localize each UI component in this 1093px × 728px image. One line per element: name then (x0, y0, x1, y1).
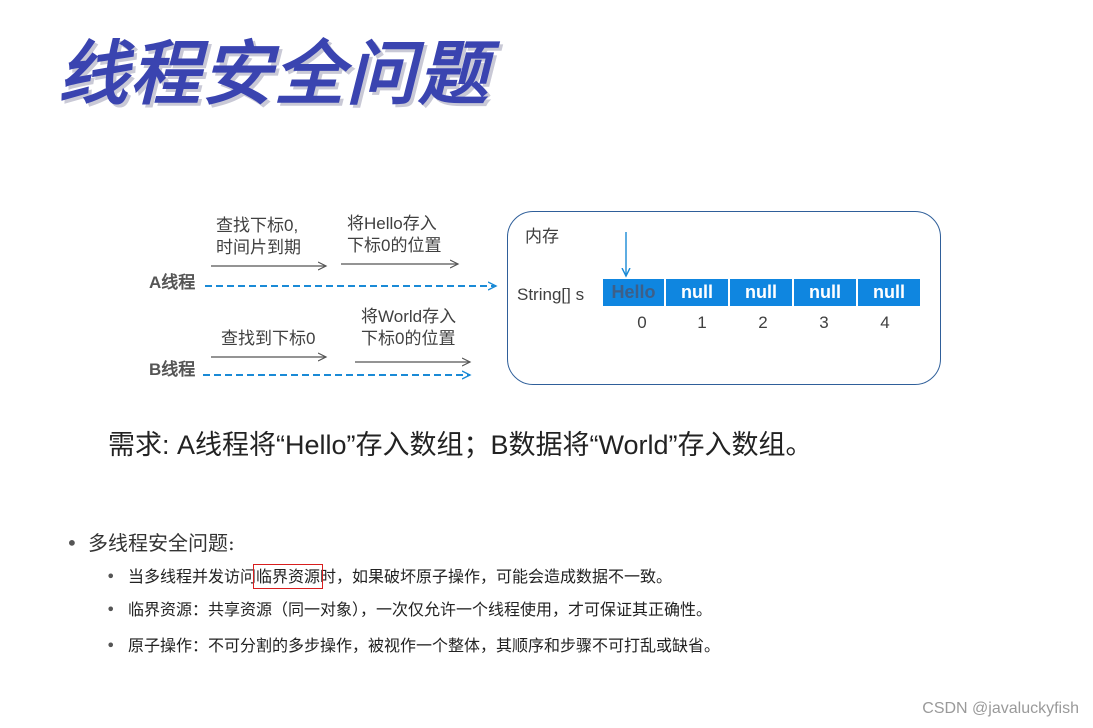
bullet-item-1-after: 时，如果破坏原子操作，可能会造成数据不一致。 (320, 567, 673, 586)
bullet-main-text: 多线程安全问题: (88, 531, 235, 555)
thread-a-step1-label-line2: 时间片到期 (216, 238, 301, 257)
array-cell-0: Hello (603, 279, 664, 306)
thread-b-step2-label-line1: 将World存入 (361, 307, 457, 326)
bullet-item-1-before: 当多线程并发访问 (128, 567, 257, 586)
bullet-item-2-text: 临界资源：共享资源（同一对象），一次仅允许一个线程使用，才可保证其正确性。 (128, 600, 713, 619)
thread-b-step1-label: 查找到下标0 (221, 329, 316, 348)
bullet-dot: • (106, 600, 116, 619)
bullet-dot: • (66, 531, 78, 555)
array-cell-1: null (666, 279, 728, 306)
array-index-1: 1 (697, 313, 707, 332)
bullet-main: • 多线程安全问题: (66, 527, 235, 556)
array-index-2: 2 (758, 313, 768, 332)
bullet-dot: • (106, 567, 116, 586)
array-cell-2: null (730, 279, 792, 306)
memory-title: 内存 (525, 227, 559, 247)
bullet-dot: • (106, 636, 116, 655)
array-index-3: 3 (819, 313, 829, 332)
requirement-text: 需求: A线程将“Hello”存入数组；B数据将“World”存入数组。 (108, 430, 813, 460)
array-index-0: 0 (637, 313, 647, 332)
array-cell-3: null (794, 279, 856, 306)
bullet-item-3: • 原子操作：不可分割的多步操作，被视作一个整体，其顺序和步骤不可打乱或缺省。 (106, 632, 720, 656)
bullet-item-3-text: 原子操作：不可分割的多步操作，被视作一个整体，其顺序和步骤不可打乱或缺省。 (128, 636, 721, 655)
bullet-item-1: • 当多线程并发访问临界资源时，如果破坏原子操作，可能会造成数据不一致。 (106, 563, 673, 589)
bullet-item-2: • 临界资源：共享资源（同一对象），一次仅允许一个线程使用，才可保证其正确性。 (106, 596, 712, 620)
thread-a-step2-label-line2: 下标0的位置 (347, 236, 442, 255)
thread-a-step2-label-line1: 将Hello存入 (347, 214, 437, 233)
thread-a-step1-label-line1: 查找下标0, (216, 216, 299, 235)
array-label: String[] s (517, 285, 585, 304)
array-index-4: 4 (880, 313, 890, 332)
highlight-critical-resource: 临界资源 (253, 564, 324, 589)
thread-a-label: A线程 (149, 273, 196, 292)
thread-b-step2-label-line2: 下标0的位置 (361, 329, 456, 348)
watermark: CSDN @javaluckyfish (922, 700, 1079, 717)
thread-b-label: B线程 (149, 360, 196, 379)
array-cell-4: null (858, 279, 920, 306)
